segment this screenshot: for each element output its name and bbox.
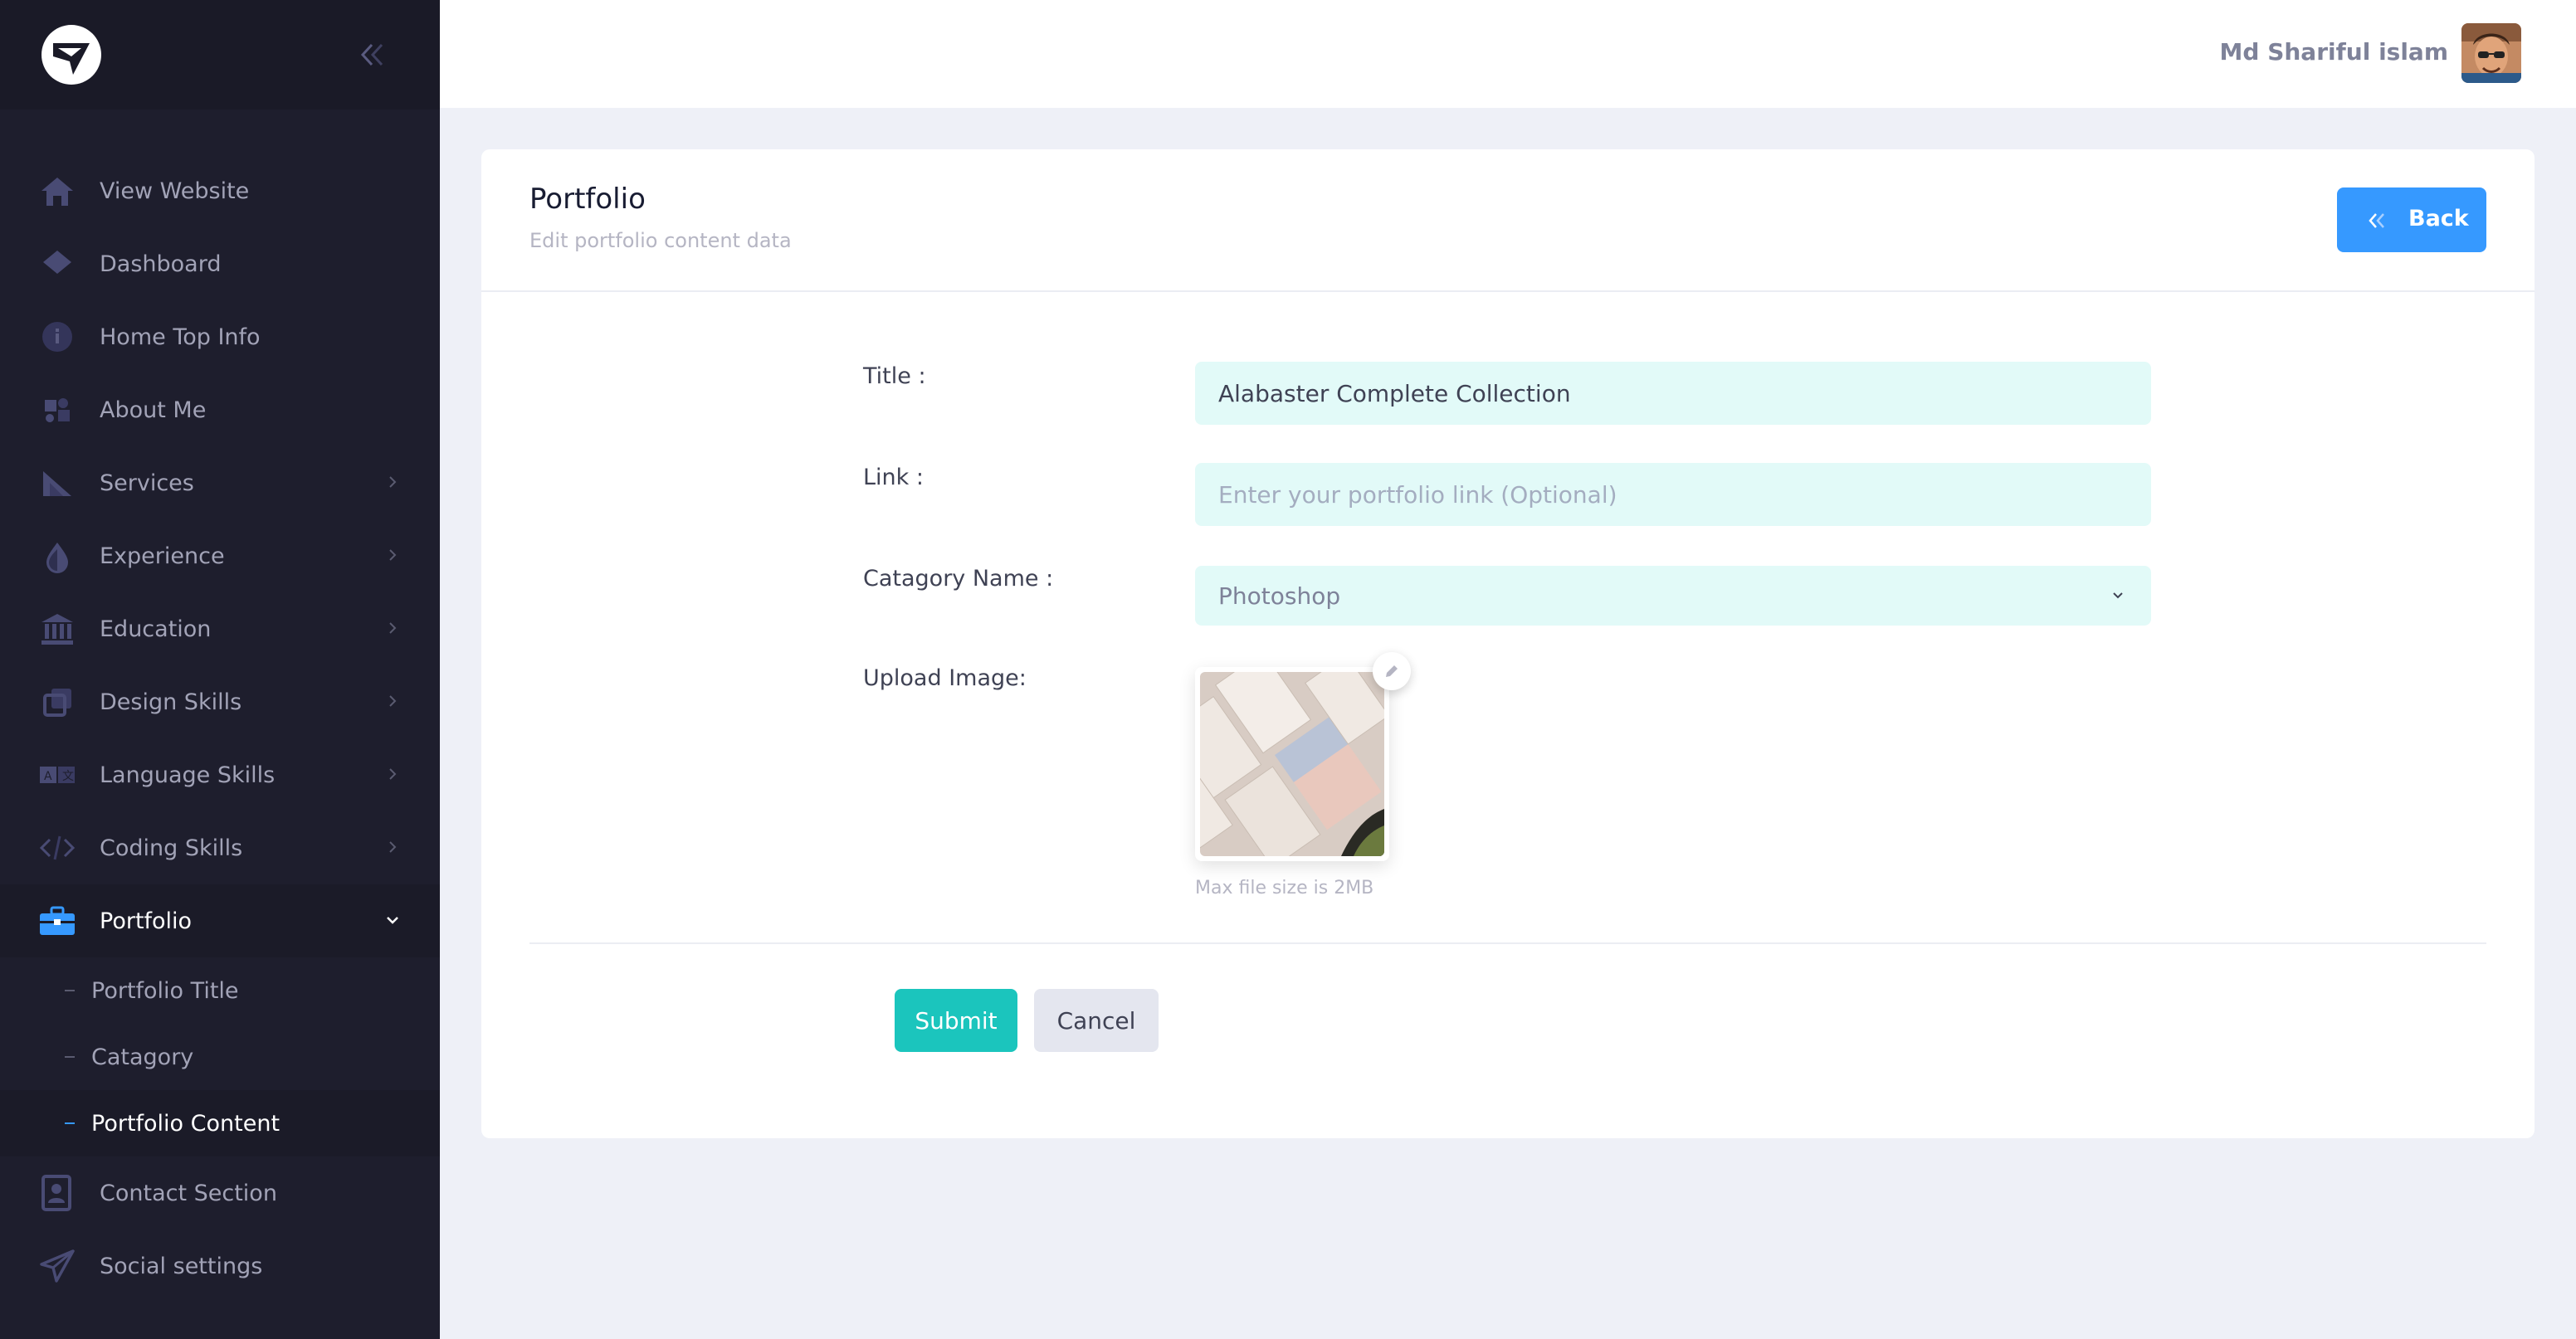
sidebar-item-label: Design Skills xyxy=(100,689,242,715)
chevron-down-icon xyxy=(387,917,398,924)
sidebar-item-about-me[interactable]: About Me xyxy=(0,373,440,446)
chevron-right-icon xyxy=(389,841,397,853)
category-selected-value: Photoshop xyxy=(1218,582,1341,610)
top-header: Md Shariful islam xyxy=(440,0,2576,108)
user-name[interactable]: Md Shariful islam xyxy=(2220,38,2448,66)
sidebar-item-design-skills[interactable]: Design Skills xyxy=(0,665,440,738)
sidebar-item-label: About Me xyxy=(100,397,207,423)
avatar[interactable] xyxy=(2461,23,2521,83)
back-button[interactable]: Back xyxy=(2337,187,2486,252)
submenu-item-portfolio-title[interactable]: Portfolio Title xyxy=(0,957,440,1024)
sidebar-item-label: Portfolio xyxy=(100,908,193,934)
card-header: Portfolio Edit portfolio content data Ba… xyxy=(481,149,2535,292)
briefcase-icon xyxy=(40,906,75,935)
title-label: Title : xyxy=(863,363,926,389)
submenu-item-label: Catagory xyxy=(91,1044,194,1070)
back-button-label: Back xyxy=(2408,206,2469,231)
sidebar-item-label: Contact Section xyxy=(100,1180,277,1206)
sidebar-item-contact-section[interactable]: Contact Section xyxy=(0,1156,440,1229)
sidebar-item-label: Coding Skills xyxy=(100,835,243,861)
sidebar-item-experience[interactable]: Experience xyxy=(0,519,440,592)
sidebar-item-label: View Website xyxy=(100,178,250,204)
translate-icon: A文 xyxy=(40,767,75,783)
chevron-right-icon xyxy=(389,768,397,780)
link-label: Link : xyxy=(863,465,924,490)
sidebar-item-label: Social settings xyxy=(100,1253,263,1279)
sidebar-item-label: Education xyxy=(100,616,212,642)
sidebar-item-label: Dashboard xyxy=(100,251,222,277)
puzzle-icon xyxy=(45,398,70,422)
upload-image-label: Upload Image: xyxy=(863,665,1027,691)
edit-image-button[interactable] xyxy=(1373,652,1411,690)
submenu-item-label: Portfolio Title xyxy=(91,977,239,1004)
svg-text:A: A xyxy=(44,770,52,783)
cancel-button[interactable]: Cancel xyxy=(1034,989,1159,1052)
title-input[interactable] xyxy=(1195,362,2151,425)
send-icon xyxy=(40,1249,75,1283)
layers-icon xyxy=(43,689,71,717)
sidebar-item-label: Home Top Info xyxy=(100,324,261,350)
submenu-item-portfolio-content[interactable]: Portfolio Content xyxy=(0,1090,440,1156)
page-subtitle: Edit portfolio content data xyxy=(529,229,792,252)
sidebar-item-view-website[interactable]: View Website xyxy=(0,154,440,227)
collapse-sidebar-icon[interactable] xyxy=(355,38,388,71)
portfolio-image xyxy=(1200,672,1384,856)
form-divider xyxy=(529,942,2486,944)
svg-text:文: 文 xyxy=(62,770,74,783)
sidebar-menu: View Website Dashboard Home Top Info Abo… xyxy=(0,154,440,1302)
code-icon xyxy=(39,835,76,860)
bullet-icon xyxy=(65,1056,75,1058)
sidebar-item-portfolio[interactable]: Portfolio xyxy=(0,884,440,957)
sidebar-item-services[interactable]: Services xyxy=(0,446,440,519)
sidebar-item-social-settings[interactable]: Social settings xyxy=(0,1229,440,1302)
drop-icon xyxy=(46,543,68,573)
submit-button[interactable]: Submit xyxy=(895,989,1017,1052)
diamond-icon xyxy=(43,251,71,274)
sidebar: View Website Dashboard Home Top Info Abo… xyxy=(0,0,440,1339)
info-icon xyxy=(42,322,72,352)
sail-icon xyxy=(43,471,71,496)
sidebar-item-label: Experience xyxy=(100,543,225,569)
chevron-right-icon xyxy=(389,549,397,561)
submenu-item-label: Portfolio Content xyxy=(91,1110,281,1137)
logo-icon[interactable] xyxy=(40,23,103,86)
bullet-icon xyxy=(65,1122,75,1124)
sidebar-brand xyxy=(0,0,440,110)
chevron-right-icon xyxy=(389,695,397,707)
category-select[interactable]: Photoshop xyxy=(1195,566,2151,626)
sidebar-item-dashboard[interactable]: Dashboard xyxy=(0,227,440,300)
sidebar-item-label: Services xyxy=(100,470,194,496)
file-size-hint: Max file size is 2MB xyxy=(1195,878,1374,898)
portfolio-edit-card: Portfolio Edit portfolio content data Ba… xyxy=(481,149,2535,1138)
bullet-icon xyxy=(65,990,75,991)
submenu-item-catagory[interactable]: Catagory xyxy=(0,1024,440,1090)
portfolio-submenu: Portfolio Title Catagory Portfolio Conte… xyxy=(0,957,440,1156)
category-label: Catagory Name : xyxy=(863,566,1054,592)
sidebar-item-language-skills[interactable]: A文 Language Skills xyxy=(0,738,440,811)
contact-icon xyxy=(41,1175,71,1211)
chevron-right-icon xyxy=(389,476,397,488)
pencil-icon xyxy=(1386,665,1398,677)
link-input[interactable] xyxy=(1195,463,2151,526)
sidebar-item-home-top-info[interactable]: Home Top Info xyxy=(0,300,440,373)
home-icon xyxy=(41,178,73,206)
double-chevron-left-icon xyxy=(2369,213,2384,228)
sidebar-item-education[interactable]: Education xyxy=(0,592,440,665)
sidebar-item-label: Language Skills xyxy=(100,762,276,788)
chevron-right-icon xyxy=(389,622,397,634)
page-title: Portfolio xyxy=(529,183,646,216)
chevron-down-icon xyxy=(2113,592,2123,599)
bank-icon xyxy=(41,614,73,645)
image-preview[interactable] xyxy=(1195,667,1389,861)
sidebar-item-coding-skills[interactable]: Coding Skills xyxy=(0,811,440,884)
